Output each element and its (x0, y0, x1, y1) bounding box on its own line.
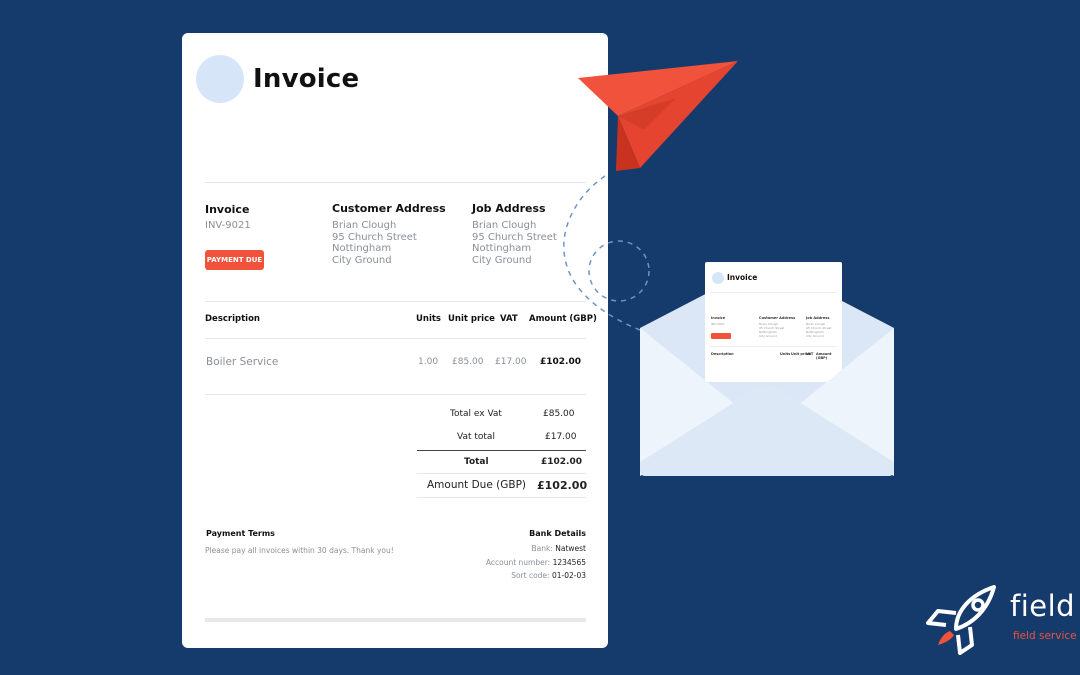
paper-plane-icon (578, 61, 738, 171)
rocket-icon (926, 585, 996, 655)
brand-tagline: field service m (1013, 630, 1080, 642)
flight-path (563, 175, 650, 331)
envelope-front (640, 328, 894, 476)
brand-wordmark: field (1010, 589, 1076, 623)
